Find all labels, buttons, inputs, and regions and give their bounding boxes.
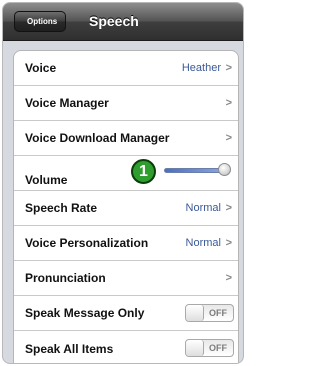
row-label: Volume <box>25 173 68 187</box>
row-label: Speak All Items <box>25 341 114 356</box>
screen: Options Speech Voice Heather > Voice Man… <box>2 2 244 364</box>
row-label: Speak Message Only <box>25 306 145 320</box>
chevron-right-icon: > <box>225 132 232 144</box>
row-pronunciation[interactable]: Pronunciation > <box>14 261 238 296</box>
chevron-right-icon: > <box>225 272 232 284</box>
row-speak-all-items: Speak All Items OFF <box>14 331 238 363</box>
row-label: Voice Download Manager <box>25 131 170 145</box>
row-value: Normal <box>185 237 221 249</box>
toggle-state: OFF <box>209 308 227 318</box>
speak-all-items-toggle[interactable]: OFF <box>185 339 234 357</box>
settings-list: Voice Heather > Voice Manager > Voice Do… <box>13 50 239 363</box>
back-button[interactable]: Options <box>14 11 67 32</box>
chevron-right-icon: > <box>225 97 232 109</box>
row-value: Normal <box>185 202 221 214</box>
row-voice-manager[interactable]: Voice Manager > <box>14 86 238 121</box>
toggle-knob <box>186 305 204 321</box>
row-label: Voice Personalization <box>25 236 149 250</box>
row-label: Speech Rate <box>25 201 98 215</box>
chevron-right-icon: > <box>225 202 232 214</box>
page-title: Speech <box>89 13 139 29</box>
row-voice-personalization[interactable]: Voice Personalization Normal > <box>14 226 238 261</box>
row-speak-message-only: Speak Message Only OFF <box>14 296 238 331</box>
row-label: Voice Manager <box>25 96 109 110</box>
row-voice-download-manager[interactable]: Voice Download Manager > <box>14 121 238 156</box>
device-frame: Options Speech Voice Heather > Voice Man… <box>0 0 246 366</box>
chevron-right-icon: > <box>225 237 232 249</box>
callout-number-badge: 1 <box>131 159 156 184</box>
row-value: Heather <box>181 62 221 74</box>
row-speech-rate[interactable]: Speech Rate Normal > <box>14 191 238 226</box>
row-label: Voice <box>25 61 57 75</box>
navigation-bar: Options Speech <box>3 3 243 41</box>
row-voice[interactable]: Voice Heather > <box>14 51 238 86</box>
volume-slider-knob[interactable] <box>217 163 231 176</box>
chevron-right-icon: > <box>225 62 232 74</box>
row-label: Pronunciation <box>25 271 106 285</box>
speak-message-only-toggle[interactable]: OFF <box>185 304 234 322</box>
row-volume: Volume <box>14 156 238 191</box>
toggle-knob <box>186 340 204 356</box>
toggle-state: OFF <box>209 343 227 353</box>
